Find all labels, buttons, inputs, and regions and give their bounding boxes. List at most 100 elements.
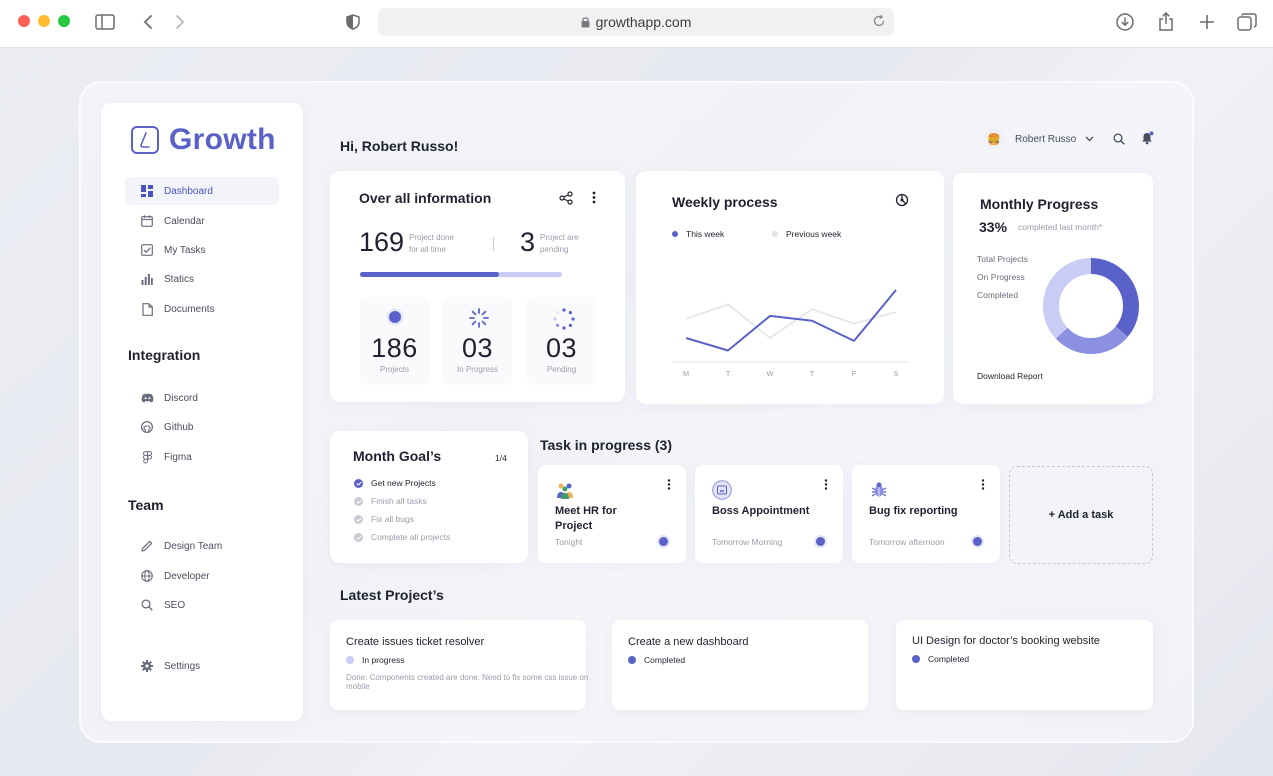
monthly-percent: 33% [979,219,1008,235]
goal-label: Finish all tasks [371,496,427,506]
project-status: Completed [912,654,969,664]
status-label: Completed [644,655,686,665]
sidebar-item-seo[interactable]: SEO [125,591,279,619]
reload-icon[interactable] [872,14,886,28]
done-caption-line: Project done [409,233,454,242]
project-description: Done: Components created are done. Need … [346,673,589,691]
status-dot [628,656,636,664]
browser-toolbar: growthapp.com [0,0,1273,48]
close-window-button[interactable] [18,15,30,27]
sidebar-item-label: Figma [164,451,192,463]
new-tab-icon[interactable] [1196,12,1218,32]
sidebar-item-my-tasks[interactable]: My Tasks [125,236,279,264]
document-icon [140,302,154,316]
goal-item[interactable]: Complete all projects [354,532,450,542]
shield-icon[interactable] [342,12,364,32]
monthly-legend: Total Projects On Progress Completed [977,250,1028,304]
calendar-icon [712,480,732,500]
task-status-dot [659,537,668,546]
project-title: Create issues ticket resolver [346,636,485,648]
sidebar-toggle-icon[interactable] [94,12,116,32]
goal-item[interactable]: Finish all tasks [354,496,427,506]
share-icon[interactable] [1155,12,1177,32]
back-icon[interactable] [137,12,159,32]
forward-icon[interactable] [169,12,191,32]
legend-previous-week: Previous week [772,229,841,239]
sidebar-item-statics[interactable]: Statics [125,265,279,293]
more-vertical-icon[interactable] [667,479,671,490]
sidebar: Growth Dashboard Calendar My Tasks Stati… [101,103,303,721]
more-vertical-icon[interactable] [824,479,828,490]
download-icon[interactable] [1114,12,1136,32]
goal-item[interactable]: Fix all bugs [354,514,414,524]
search-icon [140,598,154,612]
more-vertical-icon[interactable] [592,191,596,204]
legend-label: Previous week [786,229,842,239]
goal-item[interactable]: Get new Projects [354,478,436,488]
project-card[interactable]: UI Design for doctor’s booking website C… [896,620,1153,710]
status-label: In progress [362,655,405,665]
add-task-button[interactable]: + Add a task [1009,466,1153,564]
sidebar-item-developer[interactable]: Developer [125,562,279,590]
task-time: Tomorrow Morning [712,537,783,547]
sidebar-item-label: Calendar [164,215,205,227]
download-report-link[interactable]: Download Report [977,371,1043,381]
goals-count: 1/4 [495,453,507,463]
task-name: Meet HR for Project [555,505,617,532]
legend-on-progress: On Progress [977,272,1025,282]
gear-icon [140,659,154,673]
address-bar[interactable]: growthapp.com [378,8,894,36]
share-icon[interactable] [559,191,573,205]
task-card[interactable]: Meet HR for Project Tonight [538,465,686,563]
minimize-window-button[interactable] [38,15,50,27]
figma-icon [140,450,154,464]
refresh-icon[interactable] [895,193,909,207]
pending-caption: Project are pending [540,232,579,256]
stat-projects[interactable]: 186 Projects [360,297,429,385]
pending-value: 3 [520,227,536,257]
grid-icon [140,184,154,198]
goal-label: Fix all bugs [371,514,414,524]
card-title: Over all information [359,190,492,206]
sidebar-item-settings[interactable]: Settings [125,652,279,680]
bar-chart-icon [140,272,154,286]
more-vertical-icon[interactable] [981,479,985,490]
project-card[interactable]: Create a new dashboard Completed [612,620,868,710]
project-card[interactable]: Create issues ticket resolver In progres… [330,620,588,710]
sidebar-item-discord[interactable]: Discord [125,384,279,412]
series-line-previous-week [685,303,897,339]
divider [493,237,494,251]
sidebar-item-dashboard[interactable]: Dashboard [125,177,279,205]
legend-dot [772,231,778,237]
tasks-heading: Task in progress (3) [540,437,673,453]
sidebar-item-design-team[interactable]: Design Team [125,532,279,560]
tabs-overview-icon[interactable] [1236,12,1258,32]
stat-pending[interactable]: 03 Pending [527,297,596,385]
logo-icon [131,126,159,154]
sidebar-item-label: Design Team [164,540,223,552]
done-caption-line: for all time [409,245,446,254]
stat-in-progress[interactable]: 03 In Progress [443,297,512,385]
sidebar-item-calendar[interactable]: Calendar [125,207,279,235]
user-menu[interactable]: 🍔 Robert Russo [984,129,1094,149]
zoom-window-button[interactable] [58,15,70,27]
sidebar-item-label: Github [164,421,194,433]
sidebar-item-github[interactable]: Github [125,413,279,441]
integration-heading: Integration [128,347,201,363]
user-name: Robert Russo [1015,133,1077,145]
brand-name: Growth [169,123,276,156]
brand-logo[interactable]: Growth [131,123,276,157]
sidebar-item-figma[interactable]: Figma [125,443,279,471]
avatar: 🍔 [984,129,1004,149]
task-card[interactable]: Bug fix reporting Tomorrow afternoon [852,465,1000,563]
lock-icon [581,16,590,28]
check-icon [354,514,363,524]
sidebar-item-documents[interactable]: Documents [125,295,279,323]
goal-label: Get new Projects [371,478,436,488]
bell-icon[interactable] [1141,131,1154,145]
search-icon[interactable] [1113,133,1125,145]
overall-info-card: Over all information 169 Project done fo… [330,171,625,402]
sidebar-item-label: SEO [164,599,186,611]
progress-bar [360,272,562,277]
task-card[interactable]: Boss Appointment Tomorrow Morning [695,465,843,563]
